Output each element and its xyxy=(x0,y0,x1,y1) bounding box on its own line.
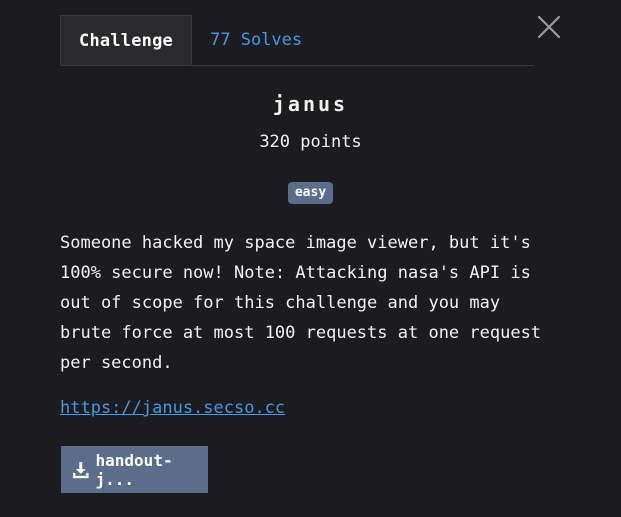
challenge-link[interactable]: https://janus.secso.cc xyxy=(60,398,285,418)
challenge-description: Someone hacked my space image viewer, bu… xyxy=(60,233,542,373)
close-button[interactable] xyxy=(536,14,562,40)
challenge-modal: Challenge 77 Solves janus 320 points eas… xyxy=(0,0,621,517)
tab-bar: Challenge 77 Solves xyxy=(60,14,534,66)
download-label: handout-j... xyxy=(95,450,173,489)
challenge-title: janus xyxy=(272,92,349,116)
tab-challenge[interactable]: Challenge xyxy=(60,15,192,65)
challenge-points: 320 points xyxy=(259,132,362,152)
download-icon xyxy=(72,461,89,478)
tab-solves[interactable]: 77 Solves xyxy=(192,15,302,65)
download-handout-button[interactable]: handout-j... xyxy=(61,446,208,493)
close-icon xyxy=(537,15,561,39)
difficulty-badge-wrapper: easy xyxy=(0,181,621,204)
difficulty-badge: easy xyxy=(287,182,334,204)
